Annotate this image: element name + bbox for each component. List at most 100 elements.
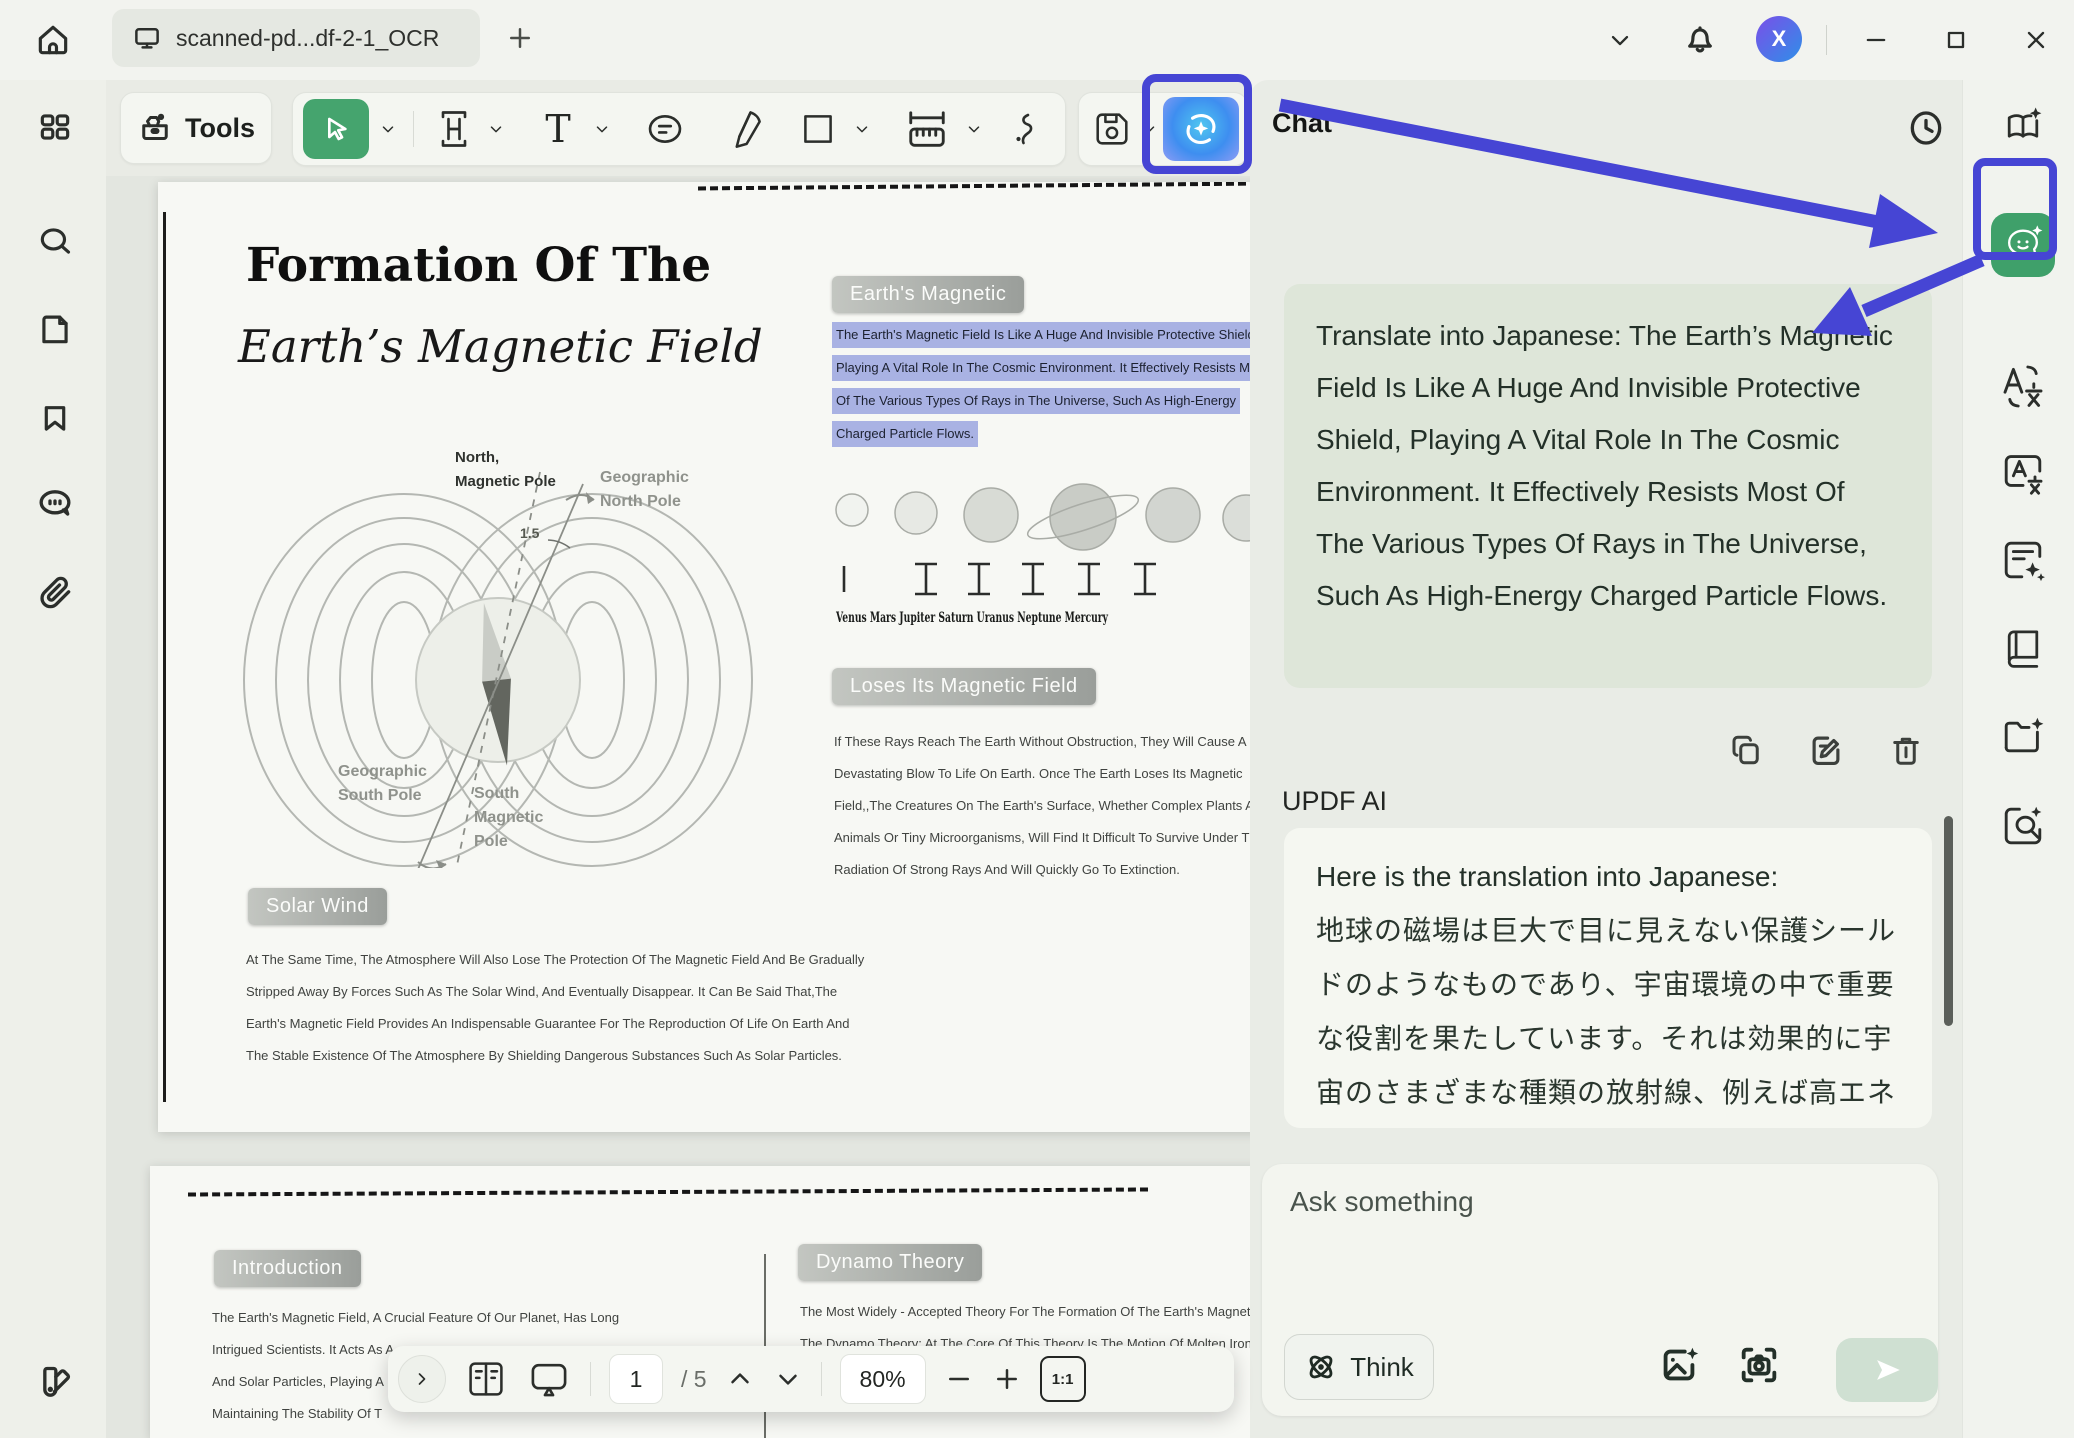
doc-text-line: The Earth's Magnetic Field Is Like A Hug… [832, 322, 1250, 348]
doc-title-line1: Formation Of The [246, 238, 711, 293]
comment-tool[interactable] [637, 93, 693, 165]
rays-paragraph: If These Rays Reach The Earth Without Ob… [834, 726, 1250, 886]
page-navigation-bar: 1 / 5 80% 1:1 [388, 1346, 1234, 1412]
chevron-down-icon [487, 120, 505, 138]
sidebar-item-ai-search[interactable] [1991, 794, 2055, 858]
sidebar-item-translate[interactable] [1991, 353, 2055, 417]
pdf-viewer[interactable]: Formation Of The Earth’s Magnetic Field [106, 176, 1250, 1438]
chat-scrollbar[interactable] [1944, 816, 1953, 1026]
scan-artifact-line [698, 182, 1250, 190]
tools-button[interactable]: Tools [120, 92, 272, 164]
sidebar-item-appearance[interactable] [35, 1361, 75, 1401]
insert-image-button[interactable] [1656, 1342, 1708, 1394]
section-tag-dynamo: Dynamo Theory [798, 1244, 982, 1281]
text-tool[interactable]: T [531, 93, 585, 165]
zoom-in-icon[interactable] [992, 1364, 1022, 1394]
collapse-toolbar-button[interactable] [1598, 18, 1642, 62]
think-mode-button[interactable]: Think [1284, 1334, 1434, 1400]
save-floppy-icon [1090, 107, 1134, 151]
color-swatches-icon [35, 1361, 75, 1401]
save-dropdown[interactable] [1137, 93, 1161, 165]
diagram-label-north-2: Magnetic Pole [455, 473, 556, 490]
minimize-button[interactable] [1852, 17, 1900, 63]
ai-japanese-text: 地球の磁場は巨大で目に見えない保護シールドのようなものであり、宇宙環境の中で重要… [1316, 904, 1900, 1128]
send-button[interactable] [1836, 1338, 1938, 1402]
close-button[interactable] [2012, 17, 2060, 63]
tab-document-icon [132, 23, 162, 53]
delete-message-button[interactable] [1886, 730, 1926, 770]
ai-assistant-button[interactable] [1163, 97, 1239, 161]
pdf-page-1[interactable]: Formation Of The Earth’s Magnetic Field [158, 182, 1250, 1132]
sidebar-item-comments[interactable] [35, 484, 75, 524]
chat-input-card: Think [1262, 1164, 1938, 1416]
highlighted-selection[interactable]: The Earth's Magnetic Field Is Like A Hug… [832, 322, 1250, 454]
doc-text-line: The Stable Existence Of The Atmosphere B… [246, 1040, 864, 1072]
ai-message-bubble[interactable]: Here is the translation into Japanese: 地… [1284, 828, 1932, 1128]
search-icon [36, 222, 74, 260]
page-total: / 5 [681, 1366, 707, 1393]
sidebar-item-bookmarks[interactable] [35, 398, 75, 438]
send-plane-icon [1870, 1353, 1904, 1387]
notifications-button[interactable] [1676, 14, 1724, 64]
chat-history-button[interactable] [1902, 104, 1950, 152]
sidebar-item-thumbnails[interactable] [35, 107, 75, 147]
summarize-sparkle-icon [1999, 536, 2047, 584]
select-tool-dropdown[interactable] [375, 93, 401, 165]
heading-tool-icon [432, 107, 476, 151]
doc-text-line: Charged Particle Flows. [832, 421, 978, 447]
page-number-box[interactable]: 1 [609, 1354, 663, 1404]
home-button[interactable] [30, 17, 76, 63]
save-button[interactable] [1085, 93, 1139, 165]
zoom-level-box[interactable]: 80% [840, 1354, 926, 1404]
measure-tool[interactable] [897, 93, 957, 165]
sidebar-item-summarize[interactable] [1991, 528, 2055, 592]
measure-tool-dropdown[interactable] [961, 93, 987, 165]
shape-tool[interactable] [791, 93, 845, 165]
presentation-mode-icon[interactable] [526, 1356, 572, 1402]
titlebar: scanned-pd...df-2-1_OCR X [0, 0, 2074, 80]
actual-size-button[interactable]: 1:1 [1040, 1356, 1086, 1402]
sidebar-item-search[interactable] [35, 221, 75, 261]
square-shape-icon [797, 108, 839, 150]
user-message-bubble[interactable]: Translate into Japanese: The Earth’s Mag… [1284, 284, 1932, 688]
zoom-out-icon[interactable] [944, 1364, 974, 1394]
new-tab-button[interactable] [498, 16, 542, 60]
pen-tool[interactable] [717, 93, 773, 165]
sidebar-item-ai-chat[interactable] [1991, 213, 2055, 277]
ai-responder-label: UPDF AI [1282, 786, 1387, 817]
maximize-button[interactable] [1932, 17, 1980, 63]
heading-tool-dropdown[interactable] [483, 93, 509, 165]
next-page-icon[interactable] [773, 1364, 803, 1394]
previous-page-icon[interactable] [725, 1364, 755, 1394]
atom-icon [1304, 1350, 1338, 1384]
maximize-icon [1942, 26, 1970, 54]
sidebar-item-ai-read[interactable] [1991, 95, 2055, 159]
chevron-down-icon [593, 120, 611, 138]
select-tool-button[interactable] [303, 99, 369, 159]
chevron-down-icon [853, 120, 871, 138]
text-tool-dropdown[interactable] [589, 93, 615, 165]
document-tab[interactable]: scanned-pd...df-2-1_OCR [112, 9, 480, 67]
sidebar-item-dictionary[interactable] [1991, 616, 2055, 680]
shape-tool-dropdown[interactable] [849, 93, 875, 165]
sidebar-item-translate-page[interactable] [1991, 439, 2055, 503]
doc-text-line: Devastating Blow To Life On Earth. Once … [834, 758, 1250, 790]
user-avatar[interactable]: X [1756, 16, 1802, 62]
sidebar-item-attachments[interactable] [35, 573, 75, 613]
thumbnail-view-icon[interactable] [464, 1357, 508, 1401]
screenshot-button[interactable] [1736, 1342, 1788, 1394]
updf-app-window: scanned-pd...df-2-1_OCR X [0, 0, 2074, 1438]
signature-tool[interactable] [999, 93, 1049, 165]
chat-input[interactable] [1288, 1184, 1892, 1308]
expand-panel-button[interactable] [398, 1355, 446, 1403]
edit-message-button[interactable] [1806, 730, 1846, 770]
heading-recognition-tool[interactable] [427, 93, 481, 165]
copy-message-button[interactable] [1726, 730, 1766, 770]
diagram-label-geonorth-2: North Pole [600, 493, 681, 510]
tab-title: scanned-pd...df-2-1_OCR [176, 25, 439, 52]
sidebar-item-pages[interactable] [35, 309, 75, 349]
doc-text-line: The Most Widely - Accepted Theory For Th… [800, 1296, 1250, 1328]
sidebar-item-ai-files[interactable] [1991, 705, 2055, 769]
planets-diagram: Venus Mars Jupiter Saturn Uranus Neptune… [832, 464, 1250, 634]
doc-text-line: Of The Various Types Of Rays in The Univ… [832, 388, 1240, 414]
